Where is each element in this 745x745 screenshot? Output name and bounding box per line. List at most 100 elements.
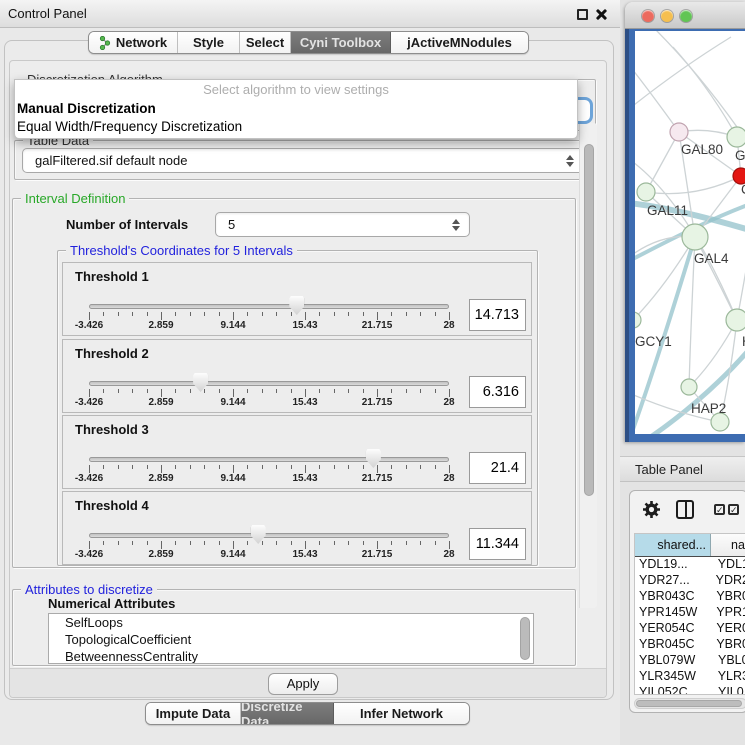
tick-mark xyxy=(247,541,248,545)
close-icon[interactable] xyxy=(595,8,608,21)
tab-discretize-data[interactable]: Discretize Data xyxy=(241,703,334,724)
number-of-intervals-spinner[interactable]: 5 xyxy=(215,212,470,237)
cell-name: YDR2 xyxy=(710,573,745,589)
tick-label: 28 xyxy=(443,320,454,331)
network-node[interactable] xyxy=(670,123,688,141)
tick-mark xyxy=(233,389,234,397)
tick-mark xyxy=(305,465,306,473)
threshold-value-field[interactable]: 21.4 xyxy=(469,452,526,484)
threshold-row-4: Threshold 4-3.4262.8599.14415.4321.71528… xyxy=(62,491,532,565)
algorithm-prompt-item[interactable]: Select algorithm to view settings xyxy=(15,80,577,100)
table-row[interactable]: YER054CYER0 xyxy=(635,621,745,637)
tab-cyni-toolbox[interactable]: Cyni Toolbox xyxy=(291,32,391,53)
tick-mark xyxy=(161,541,162,549)
tick-mark xyxy=(406,312,407,316)
tab-label: Network xyxy=(116,35,167,50)
table-row[interactable]: YDR27...YDR2 xyxy=(635,573,745,589)
network-node[interactable] xyxy=(681,379,697,395)
apply-button[interactable]: Apply xyxy=(268,673,338,695)
cell-shared-name: YBR043C xyxy=(635,589,710,605)
node-label-gal11: GAL11 xyxy=(647,203,688,218)
cell-name: YBL0 xyxy=(712,653,745,669)
tick-mark xyxy=(449,541,450,549)
tick-label: 2.859 xyxy=(148,473,173,484)
network-node[interactable] xyxy=(682,224,708,250)
column-header-shared-name[interactable]: shared... xyxy=(635,534,711,556)
mac-close-icon[interactable] xyxy=(642,10,654,22)
tick-mark xyxy=(103,465,104,469)
attributes-scrollbar[interactable] xyxy=(520,617,530,660)
numerical-attributes-list[interactable]: SelfLoopsTopologicalCoefficientBetweenne… xyxy=(48,613,534,664)
tick-mark xyxy=(449,389,450,397)
tick-mark xyxy=(276,312,277,316)
tab-label: Discretize Data xyxy=(241,702,333,725)
pane-scrollbar-track[interactable] xyxy=(579,123,597,608)
slider-ticks xyxy=(89,465,449,473)
network-node[interactable] xyxy=(635,312,641,328)
table-row[interactable]: YDL19...YDL1 xyxy=(635,557,745,573)
attribute-item-selfloops[interactable]: SelfLoops xyxy=(49,614,533,631)
tick-mark xyxy=(449,312,450,320)
table-row[interactable]: YPR145WYPR1 xyxy=(635,605,745,621)
column-layout-icon[interactable] xyxy=(676,500,694,519)
algorithm-option-manual[interactable]: Manual Discretization xyxy=(15,100,577,118)
checkbox-icon[interactable]: ✓ xyxy=(728,504,739,515)
algorithm-option-equal-width[interactable]: Equal Width/Frequency Discretization xyxy=(15,118,577,136)
network-node[interactable] xyxy=(637,183,655,201)
table-row[interactable]: YIL052CYIL0 xyxy=(635,685,745,695)
tick-mark xyxy=(406,389,407,393)
threshold-value-field[interactable]: 6.316 xyxy=(469,376,526,408)
tick-mark xyxy=(377,541,378,549)
table-row[interactable]: YLR345WYLR3 xyxy=(635,669,745,685)
number-of-intervals-value: 5 xyxy=(228,217,235,232)
network-node[interactable] xyxy=(726,309,745,331)
cell-shared-name: YPR145W xyxy=(635,605,710,621)
slider-ticks xyxy=(89,541,449,549)
tick-mark xyxy=(291,312,292,316)
tick-mark xyxy=(132,312,133,316)
float-window-icon[interactable] xyxy=(577,9,588,20)
network-canvas[interactable]: GAL80GACGAL11GAL4GCY1HHAP2 xyxy=(635,31,745,434)
table-panel-header[interactable]: Table Panel xyxy=(620,456,745,482)
network-window-titlebar[interactable] xyxy=(625,2,745,29)
pane-scrollbar-thumb[interactable] xyxy=(584,144,594,496)
tick-mark xyxy=(363,389,364,393)
tab-style[interactable]: Style xyxy=(178,32,240,53)
network-node[interactable] xyxy=(727,127,745,147)
tick-mark xyxy=(348,541,349,545)
tab-infer-network[interactable]: Infer Network xyxy=(334,703,469,724)
threshold-row-2: Threshold 2-3.4262.8599.14415.4321.71528… xyxy=(62,339,532,413)
tick-mark xyxy=(103,312,104,316)
attribute-item-betweennesscentrality[interactable]: BetweennessCentrality xyxy=(49,648,533,664)
tab-impute-data[interactable]: Impute Data xyxy=(146,703,241,724)
tick-label: 9.144 xyxy=(220,320,245,331)
slider-track[interactable] xyxy=(89,381,449,386)
tick-label: 28 xyxy=(443,549,454,560)
table-row[interactable]: YBR045CYBR0 xyxy=(635,637,745,653)
tab-select[interactable]: Select xyxy=(240,32,291,53)
threshold-value-field[interactable]: 14.713 xyxy=(469,299,526,331)
table-hscrollbar-thumb[interactable] xyxy=(636,700,742,707)
tab-label: Style xyxy=(193,35,224,50)
network-view-window: GAL80GACGAL11GAL4GCY1HHAP2 xyxy=(625,2,745,442)
tab-network[interactable]: Network xyxy=(89,32,178,53)
checkbox-icon[interactable]: ✓ xyxy=(714,504,725,515)
tick-label: 15.43 xyxy=(292,320,317,331)
column-header-name[interactable]: na xyxy=(711,534,745,556)
tick-mark xyxy=(219,389,220,393)
table-row[interactable]: YBR043CYBR0 xyxy=(635,589,745,605)
gear-icon[interactable] xyxy=(642,500,661,519)
tick-label: 2.859 xyxy=(148,397,173,408)
mac-zoom-icon[interactable] xyxy=(680,10,692,22)
tab-jactivemnodules[interactable]: jActiveMNodules xyxy=(391,32,528,53)
table-row[interactable]: YBL079WYBL0 xyxy=(635,653,745,669)
threshold-value-field[interactable]: 11.344 xyxy=(469,528,526,560)
attribute-item-topologicalcoefficient[interactable]: TopologicalCoefficient xyxy=(49,631,533,648)
mac-minimize-icon[interactable] xyxy=(661,10,673,22)
table-data-combobox[interactable]: galFiltered.sif default node xyxy=(22,148,584,173)
slider-track[interactable] xyxy=(89,533,449,538)
table-hscrollbar[interactable] xyxy=(634,698,745,709)
tick-label: 9.144 xyxy=(220,397,245,408)
slider-track[interactable] xyxy=(89,457,449,462)
slider-track[interactable] xyxy=(89,304,449,309)
